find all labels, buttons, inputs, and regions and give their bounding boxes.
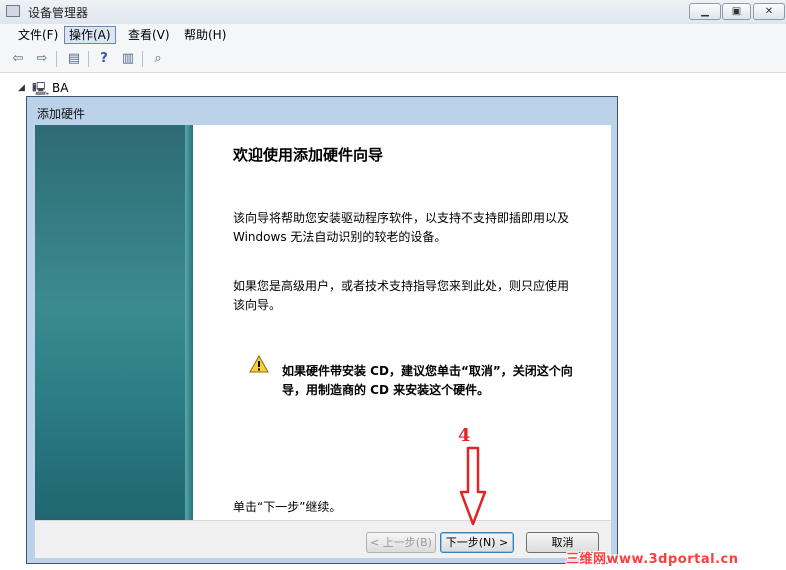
intro-line-1: 该向导将帮助您安装驱动程序软件，以支持不支持即插即用以及 (233, 211, 570, 225)
minimize-icon: ▁ (701, 6, 709, 17)
back-button[interactable]: < 上一步(B) (366, 532, 436, 553)
tree-root-label[interactable]: BA (52, 81, 68, 95)
console-icon[interactable]: ▥ (120, 51, 136, 67)
wizard-heading: 欢迎使用添加硬件向导 (233, 146, 384, 164)
menu-bar: 文件(F) 操作(A) 查看(V) 帮助(H) (0, 24, 786, 46)
watermark-text: 三维网www.3dportal.cn (566, 552, 739, 567)
minimize-button[interactable]: ▁ (689, 3, 721, 20)
properties-icon[interactable]: ▤ (66, 51, 82, 67)
menu-view[interactable]: 查看(V) (124, 26, 174, 44)
add-hardware-dialog: 添加硬件 (26, 96, 618, 564)
wizard-side-banner (35, 125, 193, 520)
menu-action[interactable]: 操作(A) (64, 26, 116, 44)
intro-line-2: Windows 无法自动识别的较老的设备。 (233, 230, 447, 244)
continue-instruction: 单击“下一步”继续。 (233, 500, 342, 514)
advanced-line-1: 如果您是高级用户，或者技术支持指导您来到此处，则只应使用 (233, 279, 570, 293)
menu-file[interactable]: 文件(F) (14, 26, 62, 44)
maximize-button[interactable]: ▣ (722, 3, 751, 20)
forward-arrow-icon[interactable]: ⇨ (34, 51, 50, 67)
wizard-warning-text: 如果硬件带安装 CD，建议您单击“取消”，关闭这个向 导，用制造商的 CD 来安… (282, 362, 592, 400)
scan-hardware-icon[interactable]: ⌕ (150, 51, 166, 67)
dialog-body (35, 125, 611, 557)
warning-line-2: 导，用制造商的 CD 来安装这个硬件。 (282, 383, 490, 397)
toolbar-separator (88, 51, 89, 67)
toolbar-separator (56, 51, 57, 67)
wizard-content-area (193, 125, 611, 520)
wizard-banner-edge (185, 125, 193, 520)
wizard-advanced-text: 如果您是高级用户，或者技术支持指导您来到此处，则只应使用 该向导。 (233, 277, 569, 315)
tree-expand-icon[interactable]: ◢ (18, 83, 25, 93)
annotation-step-number: 4 (458, 425, 471, 446)
restore-icon: ▣ (731, 6, 742, 17)
help-icon[interactable]: ? (96, 51, 112, 67)
advanced-line-2: 该向导。 (233, 298, 282, 312)
toolbar: ⇦ ⇨ ▤ ? ▥ ⌕ (0, 46, 786, 73)
close-icon: ✕ (764, 6, 774, 17)
warning-line-1: 如果硬件带安装 CD，建议您单击“取消”，关闭这个向 (282, 364, 573, 378)
back-arrow-icon[interactable]: ⇦ (10, 51, 26, 67)
close-button[interactable]: ✕ (753, 3, 785, 20)
window-titlebar: 设备管理器 ▁ ▣ ✕ (0, 0, 786, 24)
device-manager-icon (6, 5, 20, 17)
annotation-arrow-icon (459, 446, 487, 526)
wizard-intro-text: 该向导将帮助您安装驱动程序软件，以支持不支持即插即用以及 Windows 无法自… (233, 209, 569, 247)
toolbar-separator (142, 51, 143, 67)
menu-help[interactable]: 帮助(H) (180, 26, 230, 44)
warning-icon (249, 355, 269, 373)
window-title: 设备管理器 (28, 6, 89, 20)
wizard-button-bar (35, 520, 611, 558)
dialog-title: 添加硬件 (37, 107, 86, 121)
next-button[interactable]: 下一步(N) > (440, 532, 514, 553)
